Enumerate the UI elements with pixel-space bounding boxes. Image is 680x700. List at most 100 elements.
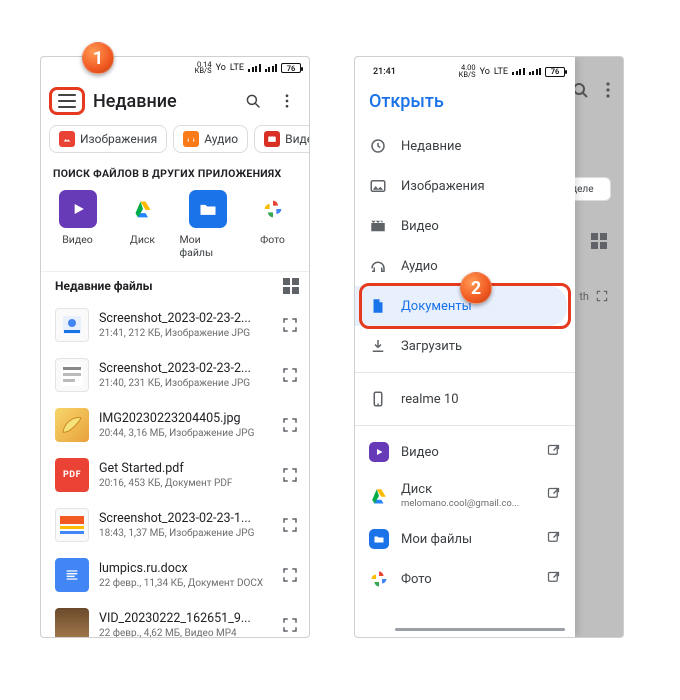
drive-icon: [124, 190, 162, 228]
file-meta: 22 февр., 4,62 МБ, Видео MP4: [99, 628, 271, 638]
app-photos[interactable]: Фото: [245, 190, 301, 259]
drawer-shortcut-photos[interactable]: Фото: [355, 559, 575, 599]
menu-button[interactable]: [49, 87, 85, 115]
drawer-shortcut-drive[interactable]: Дискmelomano.cool@gmail.co...: [355, 472, 575, 519]
recent-files-label: Недавние файлы: [55, 279, 283, 293]
thumbnail: [55, 358, 89, 392]
thumbnail: [55, 308, 89, 342]
signal-icon: [512, 68, 525, 76]
drawer-item-download[interactable]: Загрузить: [355, 326, 575, 366]
expand-icon[interactable]: [281, 616, 299, 634]
file-row[interactable]: PDF Get Started.pdf20:16, 453 КБ, Докуме…: [41, 450, 309, 500]
expand-icon[interactable]: [281, 316, 299, 334]
drawer-item-recent[interactable]: Недавние: [355, 126, 575, 166]
apps-row: Видео Диск Мои файлы Фото: [41, 190, 309, 271]
callout-2: 2: [460, 272, 492, 304]
clock: 21:41: [373, 67, 396, 77]
signal-icon: [529, 68, 542, 76]
app-video[interactable]: Видео: [50, 190, 106, 259]
open-in-new-icon: [546, 486, 561, 505]
chip-audio[interactable]: Аудио: [173, 125, 248, 153]
drawer-item-label: Недавние: [401, 139, 461, 154]
shortcut-label: Мои файлы: [401, 532, 472, 547]
hamburger-icon: [58, 94, 76, 108]
file-meta: 18:43, 1,37 МБ, Изображение JPG: [99, 528, 271, 539]
drawer-shortcut-video[interactable]: Видео: [355, 432, 575, 472]
more-vert-icon: [599, 81, 617, 99]
file-row[interactable]: VID_20230222_162651_9... 22 февр., 4,62 М…: [41, 600, 309, 638]
drawer-title: Открыть: [355, 81, 575, 126]
file-name: VID_20230222_162651_9...: [99, 611, 271, 626]
file-row[interactable]: IMG20230223204405.jpg 20:44, 3,16 МБ, Изо…: [41, 400, 309, 450]
phone-right-frame: неделе th 21:41 4.00KB/S Yo LTE 76 Откры…: [354, 56, 624, 638]
open-in-new-icon: [546, 570, 561, 589]
drawer-item-label: Аудио: [401, 259, 438, 274]
app-label: Мои файлы: [180, 233, 236, 259]
file-name: IMG20230223204405.jpg: [99, 411, 271, 426]
chip-label: Видео: [285, 132, 309, 146]
view-toggle-button[interactable]: [283, 278, 299, 294]
phone-icon: [369, 390, 387, 408]
pdf-icon: PDF: [55, 458, 89, 492]
app-drive[interactable]: Диск: [115, 190, 171, 259]
signal-icon: [265, 64, 278, 72]
photos-icon: [254, 190, 292, 228]
filter-chips-row: Изображения Аудио Видео: [41, 119, 309, 163]
file-row[interactable]: Screenshot_2023-02-23-1... 18:43, 1,37 МБ…: [41, 500, 309, 550]
chip-images[interactable]: Изображения: [49, 125, 167, 153]
section-label-other-apps: ПОИСК ФАЙЛОВ В ДРУГИХ ПРИЛОЖЕНИЯХ: [41, 163, 309, 190]
clapper-icon: [264, 131, 280, 147]
file-row[interactable]: Screenshot_2023-02-23-2...21:40, 231 КБ,…: [41, 350, 309, 400]
image-icon: [59, 131, 75, 147]
drawer-item-label: Видео: [401, 219, 439, 234]
net-label: LTE: [494, 67, 508, 77]
divider: [355, 425, 575, 426]
more-vert-icon: [278, 92, 296, 110]
file-meta: 21:41, 212 КБ, Изображение JPG: [99, 328, 271, 339]
drawer-shortcut-myfiles[interactable]: Мои файлы: [355, 519, 575, 559]
file-meta: 20:44, 3,16 МБ, Изображение JPG: [99, 428, 271, 439]
battery-icon: 76: [545, 67, 565, 77]
open-in-new-icon: [546, 443, 561, 462]
divider: [355, 372, 575, 373]
chip-video[interactable]: Видео: [254, 125, 309, 153]
more-button[interactable]: [273, 87, 301, 115]
drawer-item-video[interactable]: Видео: [355, 206, 575, 246]
drawer-item-label: realme 10: [401, 392, 459, 407]
app-label: Диск: [130, 233, 155, 246]
file-name: Screenshot_2023-02-23-1...: [99, 511, 271, 526]
gesture-navbar: [395, 628, 565, 631]
shortcut-label: Фото: [401, 572, 432, 587]
app-myfiles[interactable]: Мои файлы: [180, 190, 236, 259]
folder-icon: [189, 190, 227, 228]
nav-drawer: 21:41 4.00KB/S Yo LTE 76 Открыть Недавни…: [355, 57, 575, 637]
shortcut-subtitle: melomano.cool@gmail.co...: [401, 498, 519, 509]
expand-icon[interactable]: [281, 566, 299, 584]
drawer-item-device[interactable]: realme 10: [355, 379, 575, 419]
open-in-new-icon: [546, 530, 561, 549]
app-label: Видео: [62, 233, 93, 246]
shortcut-label: Диск: [401, 482, 519, 497]
app-header: Недавние: [41, 79, 309, 119]
photos-icon: [369, 569, 389, 589]
file-row[interactable]: Screenshot_2023-02-23-2...21:41, 212 КБ,…: [41, 300, 309, 350]
drawer-item-images[interactable]: Изображения: [355, 166, 575, 206]
search-button[interactable]: [239, 87, 267, 115]
phone-left-frame: 0.14 KB/S Yo LTE 76 Недавние Изо: [40, 56, 310, 638]
docx-icon: [55, 558, 89, 592]
play-icon: [59, 190, 97, 228]
expand-icon[interactable]: [281, 416, 299, 434]
net-speed: 0.14 KB/S: [195, 62, 212, 75]
net-speed: 4.00KB/S: [459, 65, 476, 78]
carrier-label: Yo: [480, 67, 490, 77]
expand-icon[interactable]: [281, 366, 299, 384]
file-list: Screenshot_2023-02-23-2...21:41, 212 КБ,…: [41, 300, 309, 638]
expand-icon[interactable]: [281, 516, 299, 534]
view-toggle-icon: [591, 233, 607, 249]
file-name: lumpics.ru.docx: [99, 561, 271, 576]
expand-icon[interactable]: [281, 466, 299, 484]
search-icon: [244, 92, 262, 110]
row-ghost: th: [579, 289, 609, 303]
battery-icon: 76: [281, 63, 301, 73]
file-row[interactable]: lumpics.ru.docx22 февр., 11,34 КБ, Докум…: [41, 550, 309, 600]
